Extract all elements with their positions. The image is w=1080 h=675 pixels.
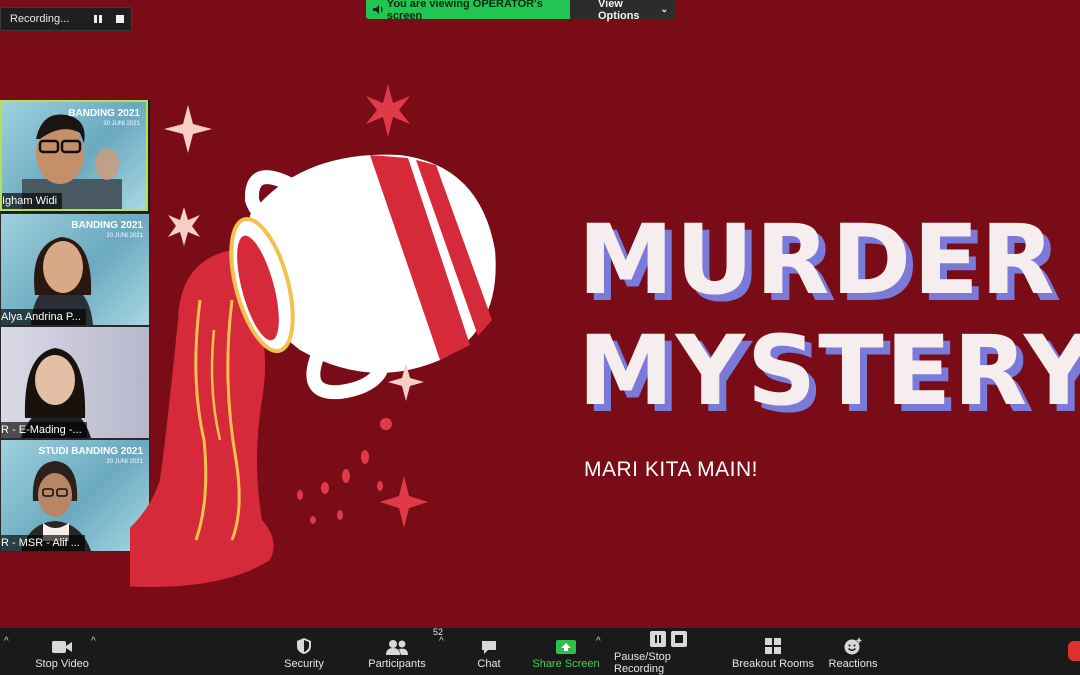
chat-button[interactable]: Chat (470, 628, 508, 675)
breakout-rooms-button[interactable]: Breakout Rooms (732, 628, 814, 675)
reactions-label: Reactions (828, 658, 878, 670)
share-screen-button[interactable]: Share Screen (532, 628, 600, 675)
reaction-icon (844, 638, 862, 655)
share-screen-label: Share Screen (532, 658, 600, 670)
participants-label: Participants (368, 658, 426, 670)
recording-label: Recording... (10, 13, 70, 25)
video-tile[interactable]: STUDI BANDING 2021 20 JUNI 2021 R - MSR -… (0, 439, 150, 552)
screen-share-banner: You are viewing OPERATOR's screen View O… (366, 0, 676, 22)
view-options-button[interactable]: View Options ⌄ (570, 0, 676, 22)
participant-name: R - MSR - Alif ... (1, 535, 85, 551)
pause-recording-button[interactable] (87, 8, 109, 30)
reactions-button[interactable]: Reactions (826, 628, 880, 675)
security-button[interactable]: Security (278, 628, 330, 675)
slide-title-line2: MYSTERY (578, 315, 1080, 427)
participants-button[interactable]: 52 Participants (364, 627, 443, 675)
pause-icon (650, 631, 687, 647)
shield-icon (297, 638, 311, 654)
video-tile[interactable]: BANDING 2021 20 JUNI 2021 Alya Andrina P.… (0, 213, 150, 326)
meeting-toolbar: ^ Stop Video ^ Security 52 Participants … (0, 627, 1080, 675)
recording-indicator: Recording... (0, 7, 132, 31)
pouring-jug-illustration (130, 84, 496, 587)
pause-icon (94, 15, 102, 23)
stop-icon (116, 15, 124, 23)
chevron-down-icon: ⌄ (660, 4, 668, 14)
slide-title-line1: MURDER (578, 204, 1057, 316)
chat-icon (482, 641, 496, 654)
stop-recording-button[interactable] (109, 8, 131, 30)
speaker-icon (373, 5, 383, 14)
video-options-chevron[interactable]: ^ (91, 636, 96, 647)
viewing-notice: You are viewing OPERATOR's screen (366, 0, 570, 22)
stop-video-label: Stop Video (35, 658, 89, 670)
end-meeting-button[interactable] (1068, 641, 1080, 661)
slide-subtitle: MARI KITA MAIN! (584, 458, 758, 481)
chat-label: Chat (477, 658, 501, 670)
participant-name: Alya Andrina P... (1, 309, 86, 325)
participant-name: Igham Widi (2, 193, 63, 209)
share-options-chevron[interactable]: ^ (596, 636, 601, 647)
view-options-label: View Options (598, 0, 640, 22)
breakout-grid-icon (765, 638, 781, 654)
video-thumbnails-panel: BANDING 2021 20 JUNI 2021 Igham Widi BAND… (0, 100, 150, 552)
pause-stop-recording-button[interactable]: Pause/Stop Recording (614, 628, 724, 675)
audio-options-chevron[interactable]: ^ (4, 636, 9, 647)
participants-options-chevron[interactable]: ^ (439, 636, 444, 647)
stop-video-button[interactable]: Stop Video (30, 628, 94, 675)
people-icon (386, 640, 408, 655)
viewing-text: You are viewing OPERATOR's screen (386, 0, 543, 22)
security-label: Security (284, 658, 324, 670)
share-arrow-icon (556, 640, 576, 654)
camera-icon (52, 641, 72, 653)
video-tile[interactable]: R - E-Mading -... (0, 326, 150, 439)
pause-stop-recording-label: Pause/Stop Recording (614, 651, 671, 675)
video-tile[interactable]: BANDING 2021 20 JUNI 2021 Igham Widi (0, 100, 148, 211)
participant-name: R - E-Mading -... (1, 422, 87, 438)
breakout-rooms-label: Breakout Rooms (732, 658, 814, 670)
